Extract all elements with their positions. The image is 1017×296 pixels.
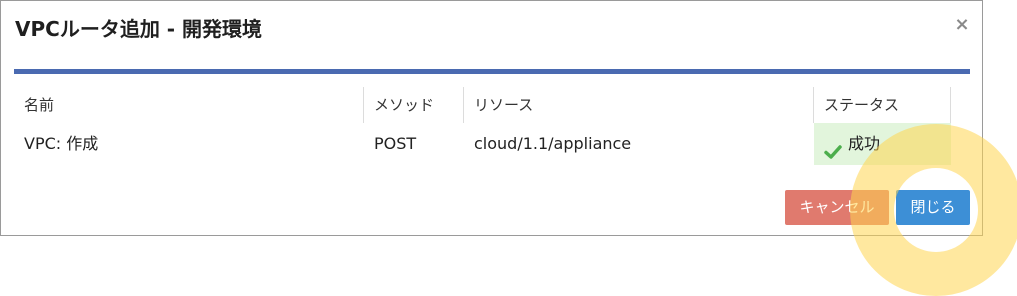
request-table: 名前 メソッド リソース ステータス VPC: 作成 POST cloud/1.…	[14, 87, 970, 165]
status-label: 成功	[848, 134, 881, 153]
title-divider	[14, 69, 970, 74]
table-header-row: 名前 メソッド リソース ステータス	[14, 87, 970, 123]
close-icon[interactable]: ×	[952, 13, 972, 37]
column-header-status: ステータス	[814, 87, 951, 123]
cancel-button[interactable]: キャンセル	[785, 190, 889, 225]
column-header-resource: リソース	[464, 87, 814, 123]
close-button[interactable]: 閉じる	[896, 190, 970, 225]
dialog-title: VPCルータ追加 - 開発環境	[15, 17, 263, 41]
table-row: VPC: 作成 POST cloud/1.1/appliance 成功	[14, 123, 970, 165]
column-header-name: 名前	[14, 87, 364, 123]
cell-method: POST	[374, 134, 417, 153]
column-header-method: メソッド	[364, 87, 464, 123]
status-badge: 成功	[814, 123, 951, 165]
check-icon	[824, 135, 842, 159]
cell-name: VPC: 作成	[24, 134, 99, 153]
dialog: VPCルータ追加 - 開発環境 × 名前 メソッド リソース ステータス VPC…	[0, 0, 983, 236]
cell-resource: cloud/1.1/appliance	[474, 134, 632, 153]
